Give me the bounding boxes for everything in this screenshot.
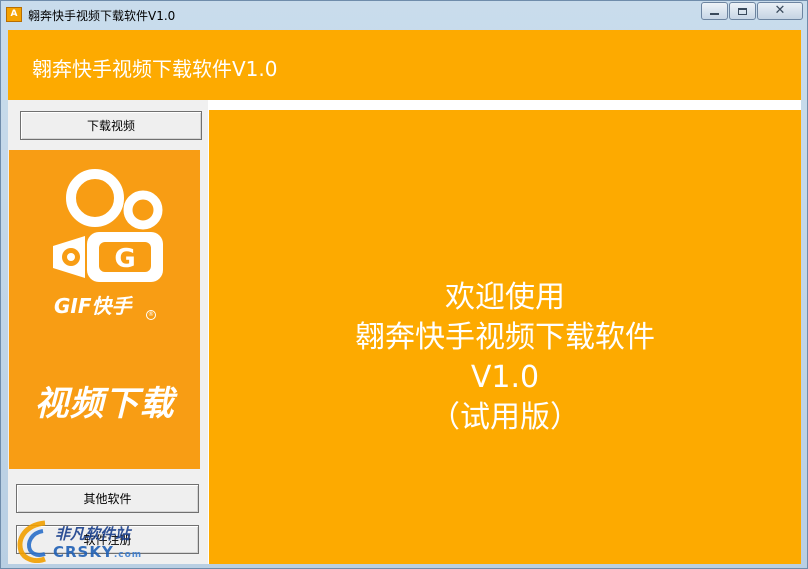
minimize-icon	[710, 13, 719, 15]
close-button[interactable]: ✕	[757, 2, 803, 20]
watermark-brand: CRSKY	[53, 543, 114, 561]
header-title: 翱奔快手视频下载软件V1.0	[32, 57, 278, 81]
app-icon[interactable]: A	[6, 7, 22, 22]
sidebar: 下载视频 G GIF快手 ® 视频下载 其他软件 软件注册	[8, 100, 208, 564]
minimize-button[interactable]	[701, 2, 728, 20]
promo-brand: GIF快手	[54, 294, 132, 318]
app-window: A 翱奔快手视频下载软件V1.0 ✕ 翱奔快手视频下载软件V1.0 下载视频 G…	[0, 0, 808, 569]
welcome-line-1: 欢迎使用	[445, 280, 565, 315]
watermark-suffix: .com	[113, 550, 143, 560]
welcome-message: 欢迎使用 翱奔快手视频下载软件 V1.0 （试用版）	[209, 278, 801, 438]
maximize-icon	[738, 7, 747, 15]
title-bar[interactable]: A 翱奔快手视频下载软件V1.0 ✕	[1, 1, 807, 27]
window-title: 翱奔快手视频下载软件V1.0	[28, 9, 176, 23]
svg-text:G: G	[114, 244, 135, 274]
welcome-line-4: （试用版）	[430, 400, 580, 435]
close-icon: ✕	[774, 3, 786, 18]
client-area: 翱奔快手视频下载软件V1.0 下载视频 G GIF快手 ® 视频下载 其他软件 …	[8, 30, 801, 564]
crsky-logo-icon	[17, 520, 46, 563]
promo-panel: G GIF快手 ® 视频下载	[9, 150, 200, 469]
welcome-panel: 欢迎使用 翱奔快手视频下载软件 V1.0 （试用版）	[209, 110, 801, 564]
other-software-button[interactable]: 其他软件	[16, 484, 199, 513]
welcome-line-3: V1.0	[470, 360, 540, 395]
header-banner: 翱奔快手视频下载软件V1.0	[8, 30, 801, 100]
watermark-bottom-text: CRSKY.com	[53, 543, 142, 561]
promo-caption: 视频下载	[34, 384, 175, 424]
maximize-button[interactable]	[729, 2, 756, 20]
kuaishou-logo-icon: G	[53, 169, 163, 282]
registered-mark: ®	[146, 310, 156, 320]
download-video-button[interactable]: 下载视频	[20, 111, 202, 140]
site-watermark: 非凡软件站 CRSKY.com	[15, 515, 165, 565]
welcome-line-2: 翱奔快手视频下载软件	[355, 320, 655, 355]
watermark-top-text: 非凡软件站	[55, 525, 131, 543]
